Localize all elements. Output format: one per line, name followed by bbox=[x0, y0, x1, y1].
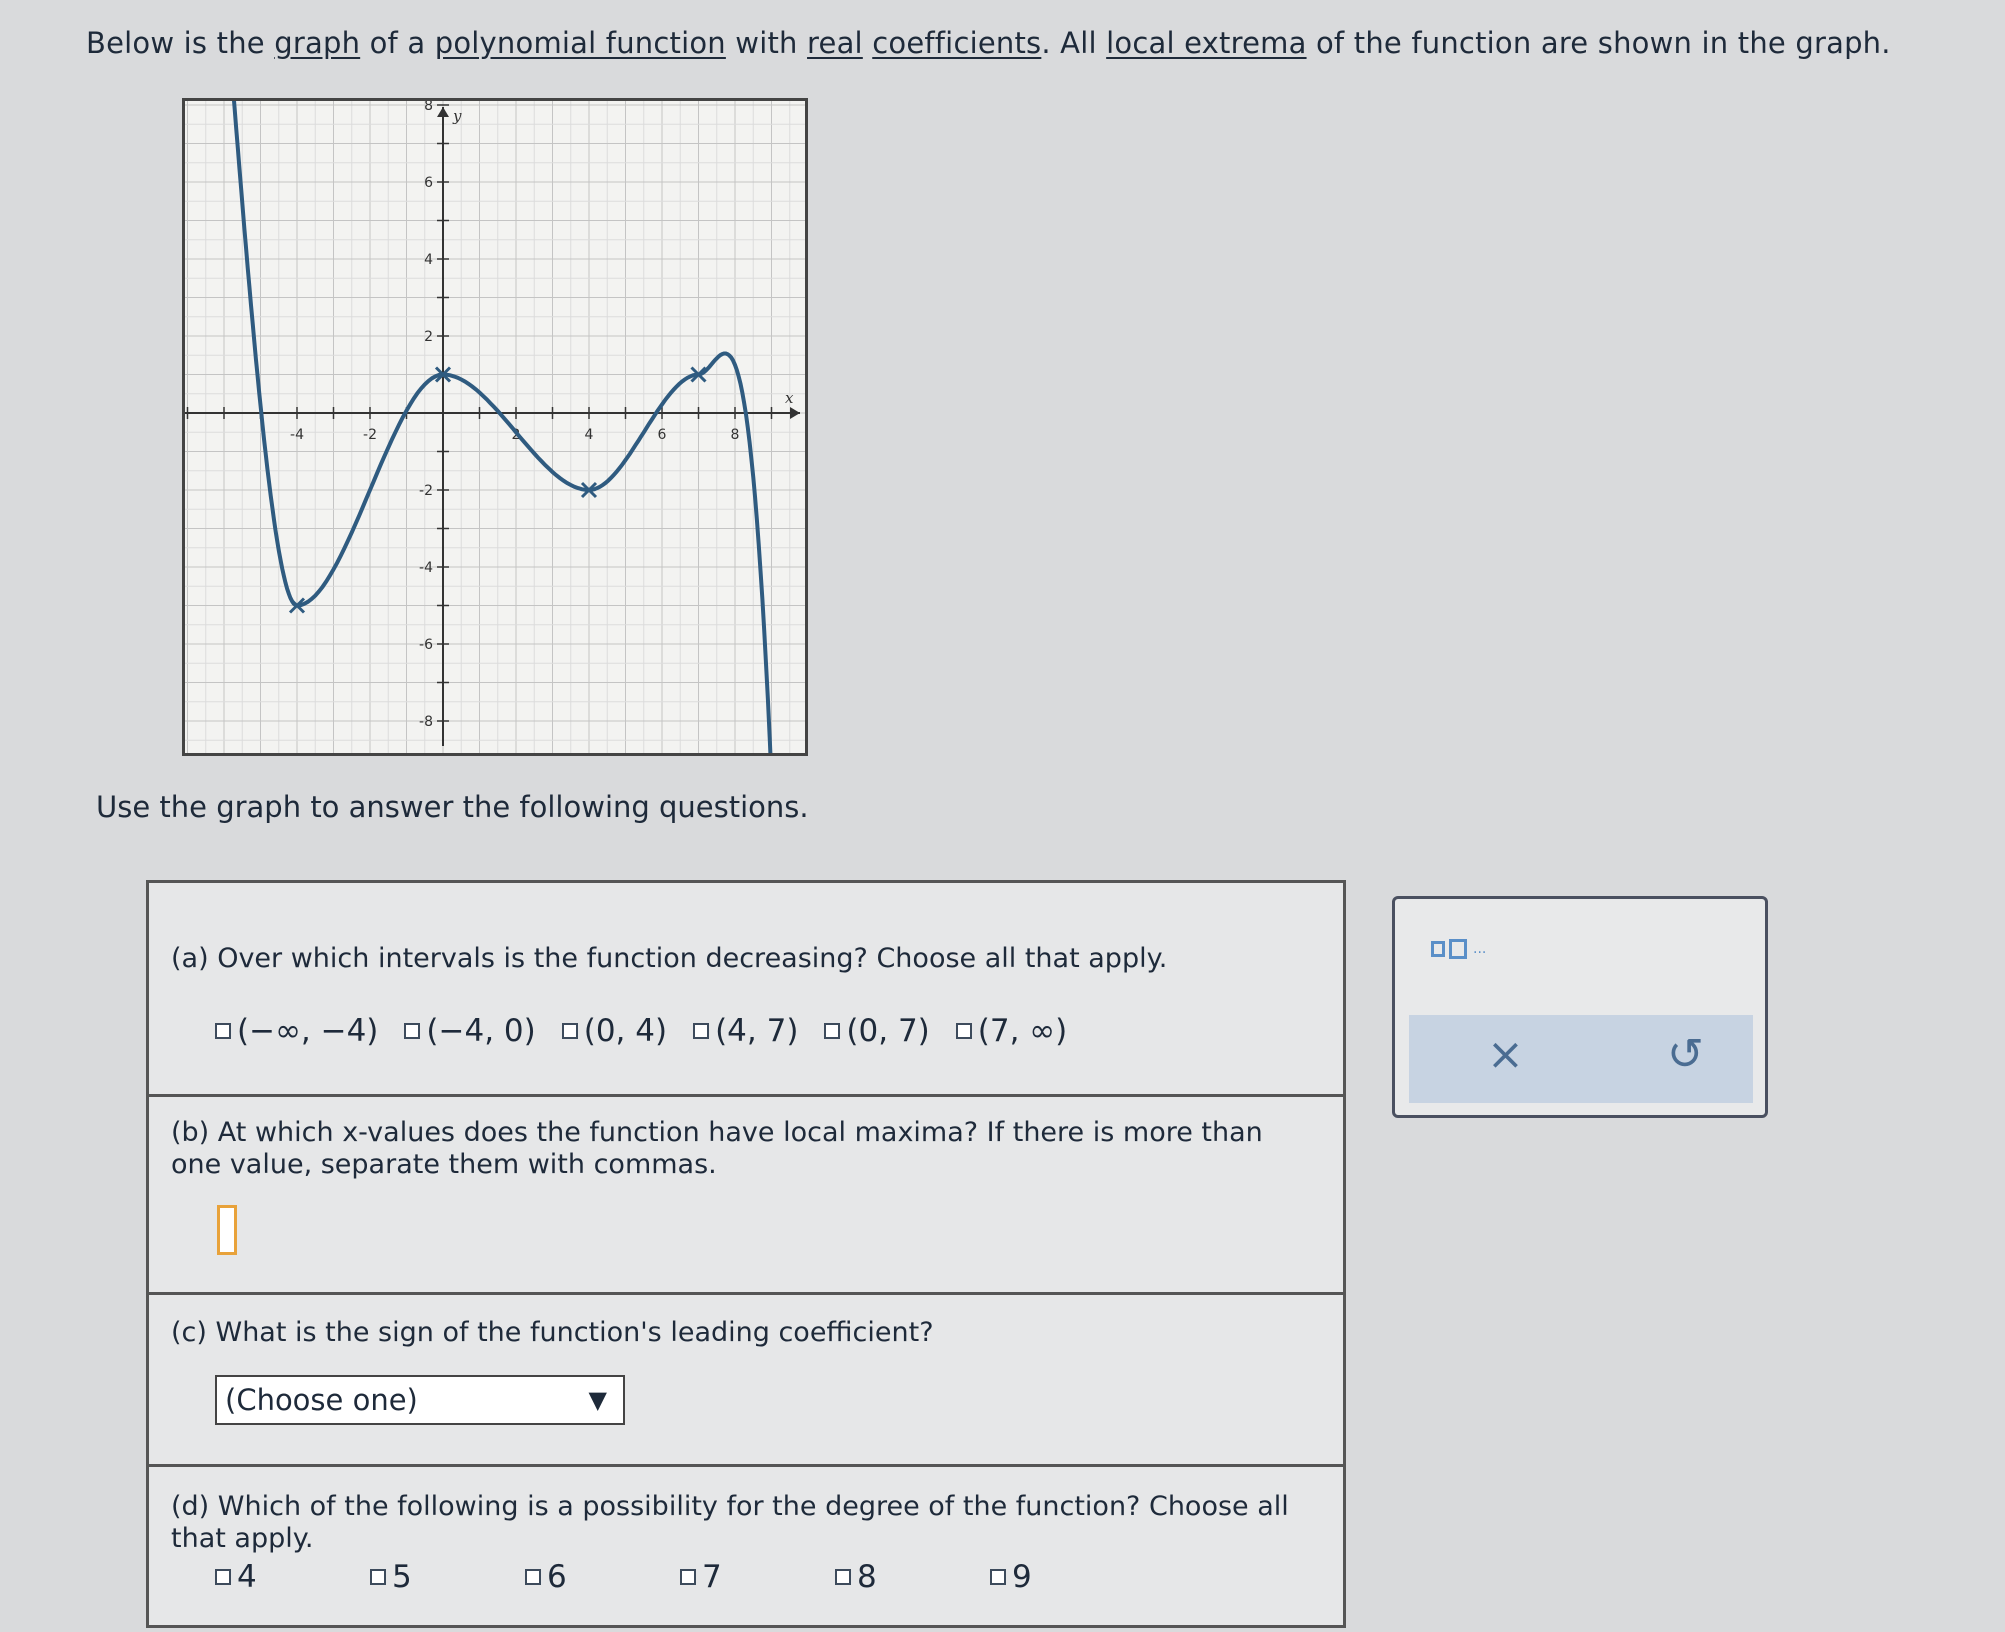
option-a-2[interactable]: (−4, 0) bbox=[404, 1013, 536, 1049]
question-c-text: (c) What is the sign of the function's l… bbox=[171, 1317, 934, 1348]
interval-notation-icon[interactable]: ... bbox=[1431, 939, 1486, 959]
dropdown-arrow-icon: ▼ bbox=[588, 1386, 607, 1414]
undo-button[interactable]: ↺ bbox=[1667, 1029, 1704, 1080]
option-a-3[interactable]: (0, 4) bbox=[561, 1013, 668, 1049]
question-a: (a) Over which intervals is the function… bbox=[149, 883, 1343, 1097]
y-tick-label: -2 bbox=[419, 483, 433, 499]
glossary-link-graph[interactable]: graph bbox=[274, 26, 360, 60]
function-curve bbox=[232, 101, 773, 753]
option-degree-6[interactable]: 9 bbox=[990, 1559, 1145, 1595]
option-label: (4, 7) bbox=[715, 1013, 799, 1049]
option-degree-3[interactable]: 6 bbox=[525, 1559, 680, 1595]
y-tick-label: -4 bbox=[419, 560, 433, 576]
option-label: 4 bbox=[237, 1559, 257, 1595]
local-maxima-answer-input[interactable] bbox=[217, 1205, 237, 1255]
question-a-options: (−∞, −4) (−4, 0) (0, 4) (4, 7) (0, 7) (7… bbox=[215, 1013, 1067, 1049]
x-tick-label: 6 bbox=[658, 427, 667, 443]
glossary-link-polynomial-function[interactable]: polynomial function bbox=[435, 26, 726, 60]
graph-svg: -4 -2 2 4 6 88642-2-4-6-8xy bbox=[185, 101, 805, 753]
checkbox[interactable] bbox=[680, 1569, 696, 1585]
y-tick-label: 2 bbox=[424, 329, 433, 345]
option-label: (0, 4) bbox=[583, 1013, 668, 1049]
question-d-options: 4 5 6 7 8 9 bbox=[215, 1559, 1145, 1595]
option-a-4[interactable]: (4, 7) bbox=[693, 1013, 798, 1049]
select-value: (Choose one) bbox=[225, 1383, 418, 1417]
option-label: (0, 7) bbox=[846, 1013, 930, 1049]
option-a-5[interactable]: (0, 7) bbox=[824, 1013, 930, 1049]
checkbox[interactable] bbox=[404, 1023, 421, 1039]
option-degree-5[interactable]: 8 bbox=[835, 1559, 990, 1595]
option-label: 7 bbox=[702, 1559, 722, 1595]
x-tick-label: 4 bbox=[585, 427, 594, 443]
question-d: (d) Which of the following is a possibil… bbox=[149, 1467, 1343, 1631]
checkbox[interactable] bbox=[215, 1023, 231, 1039]
leading-coefficient-sign-select[interactable]: (Choose one) ▼ bbox=[215, 1375, 625, 1425]
glossary-link-local-extrema[interactable]: local extrema bbox=[1106, 26, 1306, 60]
clear-button[interactable]: × bbox=[1487, 1029, 1524, 1080]
answer-toolbox: ... × ↺ bbox=[1392, 896, 1768, 1118]
checkbox[interactable] bbox=[525, 1569, 541, 1585]
x-axis-arrow bbox=[790, 407, 800, 419]
option-label: (−∞, −4) bbox=[237, 1013, 379, 1049]
option-label: 6 bbox=[547, 1559, 567, 1595]
intro-part: Below is the bbox=[86, 26, 275, 60]
y-axis-label: y bbox=[452, 107, 462, 125]
checkbox[interactable] bbox=[824, 1023, 841, 1039]
option-label: (−4, 0) bbox=[426, 1013, 536, 1049]
question-d-text: (d) Which of the following is a possibil… bbox=[171, 1491, 1289, 1554]
option-label: 9 bbox=[1012, 1559, 1032, 1595]
option-degree-4[interactable]: 7 bbox=[680, 1559, 835, 1595]
y-tick-label: 6 bbox=[424, 175, 433, 191]
option-label: (7, ∞) bbox=[977, 1013, 1068, 1049]
checkbox[interactable] bbox=[561, 1023, 578, 1039]
y-axis-arrow bbox=[437, 107, 449, 117]
question-b: (b) At which x-values does the function … bbox=[149, 1097, 1343, 1295]
intro-text: Below is the graph of a polynomial funct… bbox=[86, 26, 1891, 60]
intro-part: of a bbox=[360, 26, 435, 60]
x-axis-label: x bbox=[785, 389, 794, 407]
question-a-text: (a) Over which intervals is the function… bbox=[171, 943, 1168, 974]
y-tick-label: 4 bbox=[424, 252, 433, 268]
option-label: 8 bbox=[857, 1559, 877, 1595]
x-tick-label: 8 bbox=[731, 427, 740, 443]
checkbox[interactable] bbox=[215, 1569, 231, 1585]
option-a-6[interactable]: (7, ∞) bbox=[955, 1013, 1068, 1049]
glossary-link-real[interactable]: real bbox=[807, 26, 863, 60]
toolbox-actions: × ↺ bbox=[1409, 1015, 1753, 1103]
x-tick-label: -2 bbox=[363, 427, 377, 443]
y-tick-label: -6 bbox=[419, 637, 433, 653]
checkbox[interactable] bbox=[370, 1569, 386, 1585]
x-tick-label: -4 bbox=[290, 427, 304, 443]
intro-part: with bbox=[725, 26, 808, 60]
question-c: (c) What is the sign of the function's l… bbox=[149, 1295, 1343, 1467]
option-a-1[interactable]: (−∞, −4) bbox=[215, 1013, 378, 1049]
question-b-text: (b) At which x-values does the function … bbox=[171, 1117, 1263, 1180]
glossary-link-coefficients[interactable]: coefficients bbox=[872, 26, 1041, 60]
y-tick-label: -8 bbox=[419, 714, 433, 730]
intro-part: of the function are shown in the graph. bbox=[1306, 26, 1891, 60]
y-tick-label: 8 bbox=[424, 101, 433, 114]
checkbox[interactable] bbox=[955, 1023, 972, 1039]
checkbox[interactable] bbox=[990, 1569, 1006, 1585]
instructions-text: Use the graph to answer the following qu… bbox=[96, 790, 809, 824]
option-degree-1[interactable]: 4 bbox=[215, 1559, 370, 1595]
intro-part: . All bbox=[1041, 26, 1107, 60]
intro-part bbox=[863, 26, 872, 60]
questions-panel: (a) Over which intervals is the function… bbox=[146, 880, 1346, 1628]
polynomial-graph: -4 -2 2 4 6 8 8 6 4 2 -2 -4 -6 -8 x y bbox=[182, 98, 808, 756]
checkbox[interactable] bbox=[693, 1023, 710, 1039]
option-label: 5 bbox=[392, 1559, 412, 1595]
option-degree-2[interactable]: 5 bbox=[370, 1559, 525, 1595]
checkbox[interactable] bbox=[835, 1569, 851, 1585]
